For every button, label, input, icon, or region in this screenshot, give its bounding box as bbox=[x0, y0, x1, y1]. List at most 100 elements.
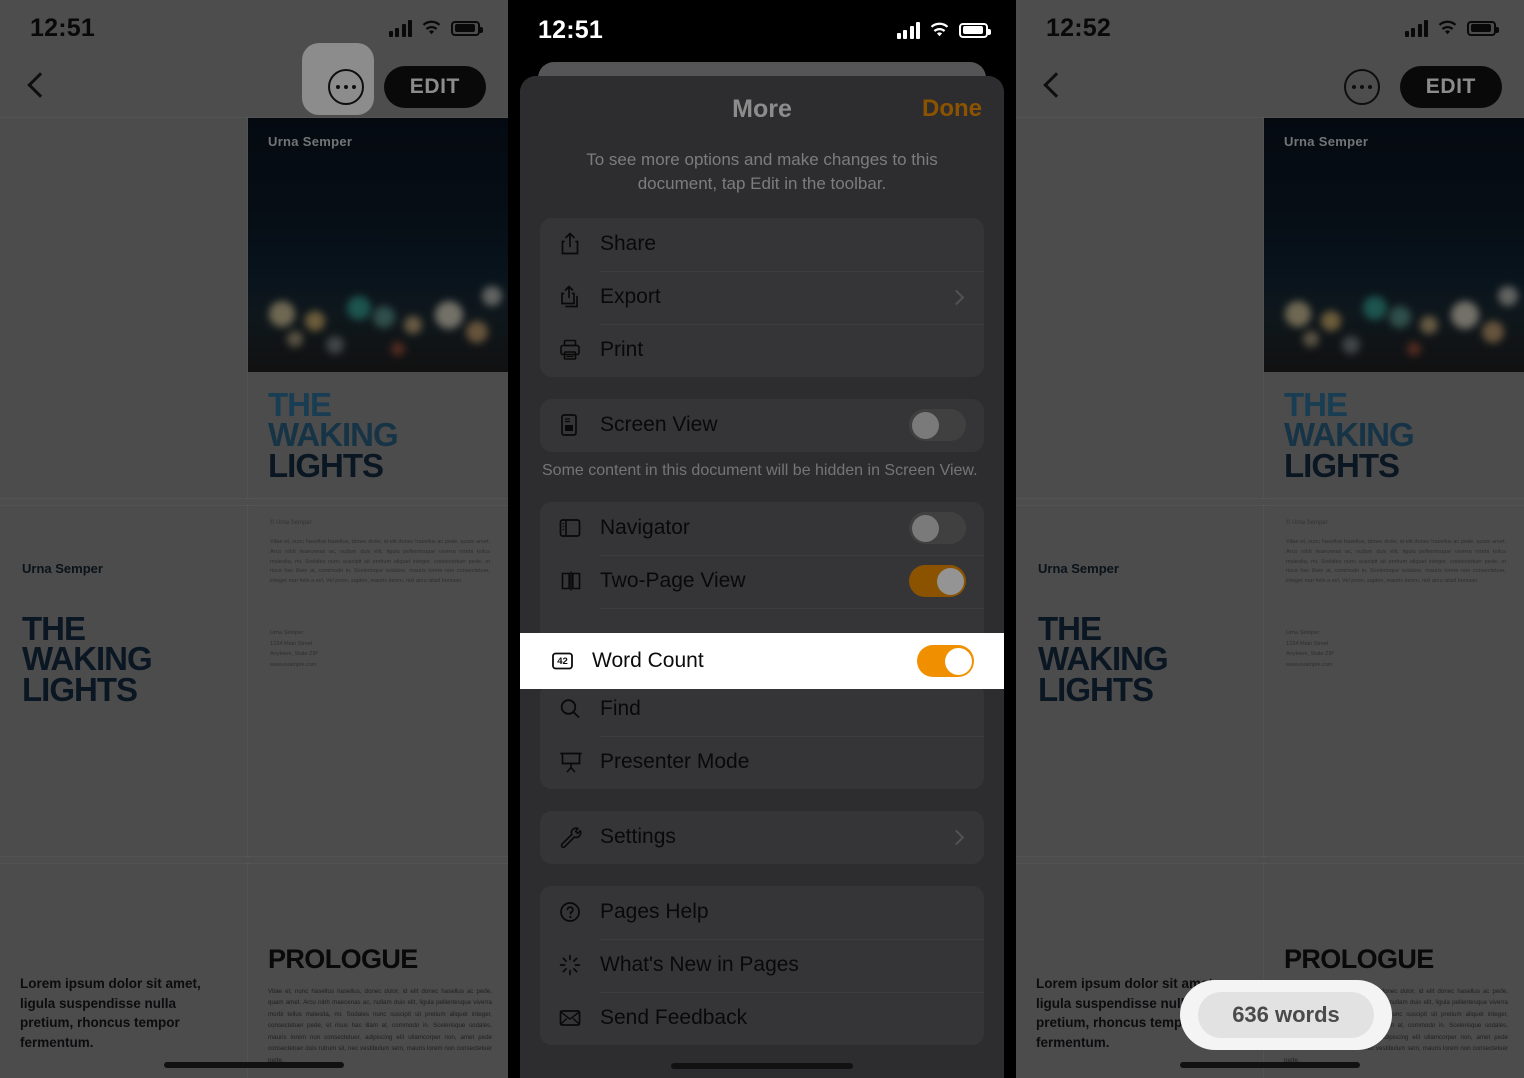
status-time: 12:51 bbox=[538, 15, 603, 44]
title-page-title: THE WAKING LIGHTS bbox=[22, 612, 153, 708]
title-page-line-3: LIGHTS bbox=[22, 670, 138, 708]
menu-item-label: What's New in Pages bbox=[600, 953, 799, 977]
menu-item-label: Pages Help bbox=[600, 900, 709, 924]
menu-item-send-feedback[interactable]: Send Feedback bbox=[540, 991, 984, 1045]
cellular-signal-icon bbox=[388, 19, 412, 37]
title-page-byline: Urna Semper bbox=[22, 561, 103, 576]
cellular-signal-icon bbox=[1404, 19, 1428, 37]
menu-item-settings[interactable]: Settings bbox=[540, 811, 984, 864]
menu-group-screen-view: Screen View bbox=[540, 398, 984, 452]
address-line-4: www.example.com bbox=[270, 661, 317, 668]
document-canvas-3[interactable]: Urna Semper THE WAKING LIGHTS Urna Sempe… bbox=[1016, 118, 1524, 1078]
sparkle-icon bbox=[558, 953, 600, 977]
sheet-title: More bbox=[732, 94, 792, 123]
chevron-left-icon[interactable] bbox=[22, 72, 52, 102]
menu-item-label: Word Count bbox=[592, 649, 704, 672]
two-page-view-toggle[interactable] bbox=[909, 565, 966, 598]
menu-item-export[interactable]: Export bbox=[540, 270, 984, 324]
menu-group-help: Pages Help What's New in Pages Send Feed… bbox=[540, 885, 984, 1045]
battery-icon bbox=[451, 20, 483, 36]
page-blank bbox=[0, 118, 248, 498]
menu-item-navigator[interactable]: Navigator bbox=[540, 502, 984, 555]
menu-item-find[interactable]: Find bbox=[540, 683, 984, 736]
home-indicator bbox=[164, 1062, 344, 1068]
panel-1-document-more-highlight: 12:51 EDIT Urna Semper THE WAKING LIGHTS… bbox=[0, 0, 508, 1078]
navigator-icon bbox=[558, 517, 600, 539]
page-cover: Urna Semper THE WAKING LIGHTS bbox=[248, 118, 508, 498]
page-copyright: © Urna Semper Vitae et, nunc hasellus ha… bbox=[248, 506, 508, 856]
export-icon bbox=[558, 284, 600, 310]
envelope-icon bbox=[558, 1007, 600, 1029]
cover-title: THE WAKING LIGHTS bbox=[268, 388, 399, 482]
navigator-toggle[interactable] bbox=[909, 512, 966, 545]
word-count-badge[interactable]: 636 words bbox=[1198, 992, 1374, 1038]
prologue-heading: PROLOGUE bbox=[1284, 944, 1434, 974]
wifi-icon bbox=[1438, 20, 1457, 35]
more-ellipsis-icon[interactable] bbox=[1343, 69, 1380, 105]
cover-photo: Urna Semper bbox=[1264, 118, 1524, 372]
home-indicator bbox=[1180, 1062, 1360, 1068]
done-button[interactable]: Done bbox=[922, 95, 982, 123]
chevron-right-icon bbox=[948, 289, 965, 305]
edit-button[interactable]: EDIT bbox=[1399, 66, 1502, 108]
menu-item-two-page-view[interactable]: Two-Page View bbox=[540, 554, 984, 608]
svg-text:42: 42 bbox=[557, 656, 568, 667]
menu-item-share[interactable]: Share bbox=[540, 218, 984, 271]
panel-3-document-word-count: 12:52 EDIT Urna Semper THE WAKING LIGHTS… bbox=[1016, 0, 1524, 1078]
more-ellipsis-icon[interactable] bbox=[327, 69, 364, 105]
copyright-address: Urna Semper 1234 Main Street Anytown, St… bbox=[1286, 628, 1334, 671]
panel-2-more-sheet: 12:51 More Done To see more options and … bbox=[508, 0, 1016, 1078]
menu-item-label: Screen View bbox=[600, 413, 718, 437]
status-bar: 12:51 bbox=[508, 0, 1016, 60]
menu-item-screen-view[interactable]: Screen View bbox=[540, 399, 984, 452]
address-line-1: Urna Semper bbox=[1286, 630, 1320, 636]
copyright-heading: © Urna Semper bbox=[270, 520, 312, 526]
battery-icon bbox=[959, 22, 991, 38]
menu-item-print[interactable]: Print bbox=[540, 323, 984, 377]
screen-view-note: Some content in this document will be hi… bbox=[542, 461, 978, 479]
page-spread-1: Urna Semper THE WAKING LIGHTS bbox=[1016, 118, 1524, 498]
cellular-signal-icon bbox=[896, 21, 920, 39]
menu-item-label: Two-Page View bbox=[600, 569, 746, 593]
menu-item-label: Find bbox=[600, 697, 641, 721]
copyright-heading: © Urna Semper bbox=[1286, 520, 1328, 526]
title-page-line-3: LIGHTS bbox=[1038, 670, 1154, 708]
screen-view-toggle[interactable] bbox=[909, 409, 966, 442]
chevron-left-icon[interactable] bbox=[1038, 72, 1068, 102]
cover-byline: Urna Semper bbox=[268, 134, 353, 149]
prologue-heading: PROLOGUE bbox=[268, 944, 418, 974]
print-icon bbox=[558, 338, 600, 362]
more-sheet: More Done To see more options and make c… bbox=[520, 76, 1004, 1078]
cover-title: THE WAKING LIGHTS bbox=[1284, 388, 1415, 482]
pull-quote: Lorem ipsum dolor sit amet, ligula suspe… bbox=[20, 976, 201, 1050]
word-count-icon: 42 bbox=[550, 649, 592, 673]
sheet-header: More Done bbox=[520, 76, 1004, 142]
menu-group-settings: Settings bbox=[540, 810, 984, 864]
prologue-body: Vitae et, nunc hasellus hasellus, donec … bbox=[268, 988, 492, 1064]
address-line-2: 1234 Main Street bbox=[270, 640, 313, 647]
page-spread-3: Lorem ipsum dolor sit amet, ligula suspe… bbox=[0, 864, 508, 1078]
copyright-body: Vitae et, nunc hasellus hasellus, donec … bbox=[1286, 539, 1506, 585]
edit-button[interactable]: EDIT bbox=[383, 66, 486, 108]
address-line-4: www.example.com bbox=[1286, 661, 1333, 668]
status-icons bbox=[388, 19, 483, 37]
menu-item-word-count[interactable]: 42 Word Count bbox=[520, 633, 1004, 689]
status-time: 12:52 bbox=[1046, 13, 1111, 42]
title-page-title: THE WAKING LIGHTS bbox=[1038, 612, 1169, 708]
page-quote: Lorem ipsum dolor sit amet, ligula suspe… bbox=[0, 864, 248, 1078]
menu-item-pages-help[interactable]: Pages Help bbox=[540, 886, 984, 939]
page-title: Urna Semper THE WAKING LIGHTS bbox=[0, 506, 248, 856]
menu-item-label: Presenter Mode bbox=[600, 750, 750, 774]
cover-byline: Urna Semper bbox=[1284, 134, 1369, 149]
menu-item-presenter-mode[interactable]: Presenter Mode bbox=[540, 735, 984, 789]
search-icon bbox=[558, 697, 600, 721]
document-canvas-1[interactable]: Urna Semper THE WAKING LIGHTS Urna Sempe… bbox=[0, 118, 508, 1078]
word-count-toggle[interactable] bbox=[917, 645, 974, 677]
menu-item-label: Send Feedback bbox=[600, 1006, 748, 1030]
status-time: 12:51 bbox=[30, 13, 95, 42]
page-prologue: PROLOGUE Vitae et, nunc hasellus hasellu… bbox=[248, 864, 508, 1078]
menu-item-whats-new[interactable]: What's New in Pages bbox=[540, 938, 984, 992]
share-icon bbox=[558, 231, 600, 257]
wrench-icon bbox=[558, 825, 600, 849]
menu-item-label: Print bbox=[600, 338, 644, 362]
